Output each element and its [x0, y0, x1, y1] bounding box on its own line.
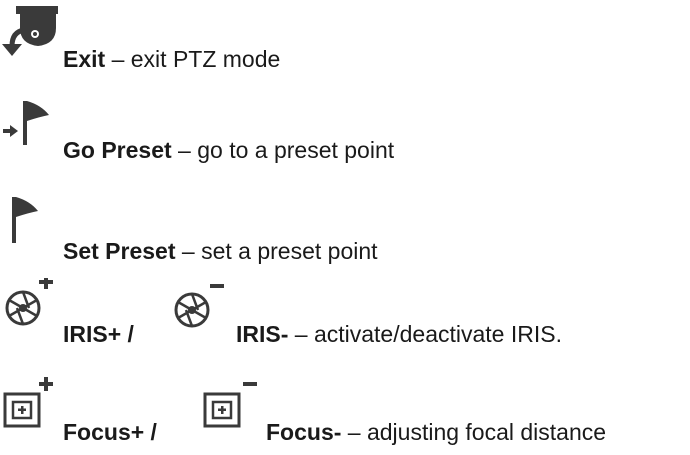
focus-row: Focus+ / Focus- – adjusting focal distan…	[0, 358, 690, 455]
focus-desc: – adjusting focal distance	[341, 419, 607, 445]
focus-plus-icon[interactable]	[3, 376, 59, 434]
focus-minus-description: Focus- – adjusting focal distance	[266, 421, 606, 444]
iris-row: IRIS+ / IRIS- – activate/deactivate IRIS…	[0, 268, 690, 358]
exit-title: Exit	[63, 46, 106, 72]
set-preset-title: Set Preset	[63, 238, 176, 264]
focus-minus-title: Focus-	[266, 419, 342, 445]
go-preset-row: Go Preset – go to a preset point	[0, 88, 690, 168]
exit-description: Exit – exit PTZ mode	[63, 48, 280, 71]
focus-plus-title: Focus+ /	[63, 419, 157, 445]
iris-plus-label: IRIS+ /	[63, 323, 134, 346]
iris-minus-icon[interactable]	[170, 284, 230, 332]
exit-row: Exit – exit PTZ mode	[0, 0, 690, 80]
set-preset-desc: – set a preset point	[175, 238, 378, 264]
go-preset-description: Go Preset – go to a preset point	[63, 139, 394, 162]
iris-plus-icon[interactable]	[3, 278, 59, 328]
iris-minus-description: IRIS- – activate/deactivate IRIS.	[236, 323, 562, 346]
iris-desc: – activate/deactivate IRIS.	[288, 321, 562, 347]
set-preset-description: Set Preset – set a preset point	[63, 240, 378, 263]
go-preset-desc: – go to a preset point	[171, 137, 395, 163]
exit-ptz-camera-icon[interactable]	[2, 6, 60, 58]
go-preset-title: Go Preset	[63, 137, 172, 163]
set-preset-flag-icon[interactable]	[8, 195, 58, 247]
iris-plus-title: IRIS+ /	[63, 321, 134, 347]
go-preset-flag-icon[interactable]	[3, 97, 61, 149]
focus-minus-icon[interactable]	[203, 378, 261, 434]
set-preset-row: Set Preset – set a preset point	[0, 178, 690, 263]
exit-desc: – exit PTZ mode	[105, 46, 281, 72]
focus-plus-label: Focus+ /	[63, 421, 157, 444]
iris-minus-title: IRIS-	[236, 321, 289, 347]
